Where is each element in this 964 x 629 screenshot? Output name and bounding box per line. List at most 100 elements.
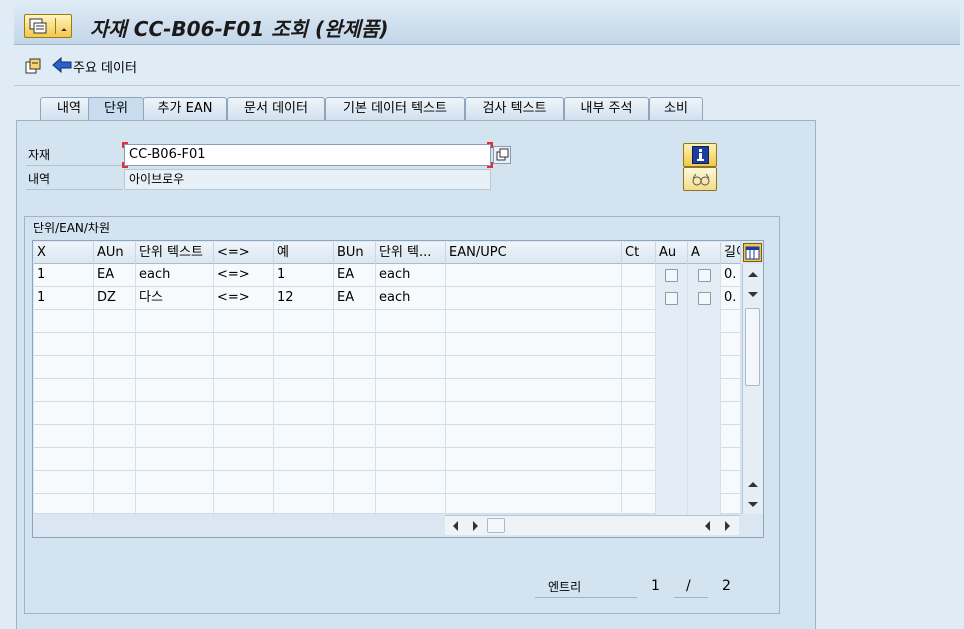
table-cell [334,471,376,494]
scroll-down-icon[interactable] [748,502,758,507]
tab-document-data[interactable]: 문서 데이터 [227,97,325,120]
table-row[interactable]: 1 EA each <=> 1 EA each 0. [34,264,741,287]
table-cell [274,333,334,356]
main-data-button[interactable]: 주요 데이터 [73,57,137,76]
scroll-up-icon[interactable] [748,272,758,277]
tab-inspection-text[interactable]: 검사 텍스트 [465,97,564,120]
column-header[interactable]: 길이 [721,242,741,264]
column-header[interactable]: BUn [334,242,376,264]
table-cell [94,494,136,517]
column-header[interactable]: <=> [214,242,274,264]
table-cell [334,402,376,425]
table-row[interactable] [34,448,741,471]
scroll-right-end-icon[interactable] [725,521,730,531]
table-row[interactable] [34,310,741,333]
column-header[interactable]: Au [656,242,688,264]
checkbox[interactable] [698,292,711,305]
table-cell [446,402,622,425]
table-cell [622,333,656,356]
table-cell [34,333,94,356]
table-row[interactable] [34,471,741,494]
table-cell [34,448,94,471]
system-menu-button[interactable] [24,14,72,38]
multiple-selection-icon[interactable] [493,146,511,164]
back-arrow-icon[interactable] [52,57,72,73]
checkbox[interactable] [665,292,678,305]
other-material-icon[interactable] [24,57,42,75]
table-cell [656,287,688,310]
scroll-left-end-icon[interactable] [705,521,710,531]
tab-units[interactable]: 단위 [88,97,144,121]
table-row[interactable] [34,425,741,448]
entries-total: 2 [722,578,731,594]
checkbox[interactable] [665,269,678,282]
table-cell [376,333,446,356]
column-header[interactable]: AUn [94,242,136,264]
entries-underline [535,597,637,598]
entries-separator: / [686,578,691,594]
table-cell [214,402,274,425]
table-cell [136,379,214,402]
tab-consumption[interactable]: 소비 [649,97,703,120]
checkbox[interactable] [698,269,711,282]
table-cell [721,402,741,425]
scroll-right-icon[interactable] [473,521,478,531]
vertical-scrollbar[interactable] [742,264,763,514]
table-cell [721,356,741,379]
column-header[interactable]: 단위 텍... [376,242,446,264]
tab-additional-ean[interactable]: 추가 EAN [143,97,227,120]
table-cell [622,287,656,310]
scroll-page-up-icon[interactable] [748,482,758,487]
column-header[interactable]: 단위 텍스트 [136,242,214,264]
h-scroll-thumb[interactable] [487,518,505,533]
column-header[interactable]: X [34,242,94,264]
scroll-thumb[interactable] [745,308,760,386]
table-cell [136,310,214,333]
page-title: 자재 CC-B06-F01 조회 (완제품) [90,17,389,41]
column-header[interactable]: 예 [274,242,334,264]
table-cell [446,356,622,379]
column-header[interactable]: EAN/UPC [446,242,622,264]
entries-current: 1 [651,578,660,594]
scroll-page-down-icon[interactable] [748,292,758,297]
table-cell [274,494,334,517]
table-cell [446,448,622,471]
table-row[interactable] [34,379,741,402]
scroll-left-icon[interactable] [453,521,458,531]
table-cell: EA [334,287,376,310]
column-header[interactable]: A [688,242,721,264]
table-cell [34,471,94,494]
title-bar: 자재 CC-B06-F01 조회 (완제품) [14,5,960,45]
table-cell [446,287,622,310]
table-cell [94,402,136,425]
table-cell [334,310,376,333]
table-cell: EA [334,264,376,287]
horizontal-scrollbar[interactable] [445,515,739,535]
table-cell [214,425,274,448]
table-row[interactable] [34,494,741,517]
table-cell [214,379,274,402]
tab-internal-comment[interactable]: 내부 주석 [564,97,649,120]
table-cell [622,310,656,333]
table-cell [446,310,622,333]
table-settings-icon[interactable] [743,243,762,262]
table-cell [656,356,688,379]
material-input[interactable]: CC-B06-F01 [124,144,491,166]
glasses-button[interactable] [683,167,717,191]
table-row[interactable] [34,402,741,425]
material-label-underline [26,165,122,166]
table-cell [688,333,721,356]
table-cell [334,379,376,402]
table-cell [274,310,334,333]
description-label: 내역 [28,172,51,186]
tab-basic-data-text[interactable]: 기본 데이터 텍스트 [325,97,465,120]
table-row[interactable] [34,356,741,379]
table-row[interactable] [34,333,741,356]
info-button[interactable] [683,143,717,167]
table-cell [688,264,721,287]
table-cell [274,448,334,471]
table-cell [656,425,688,448]
table-row[interactable]: 1 DZ 다스 <=> 12 EA each 0. [34,287,741,310]
transaction-menu-icon [29,18,47,34]
column-header[interactable]: Ct [622,242,656,264]
